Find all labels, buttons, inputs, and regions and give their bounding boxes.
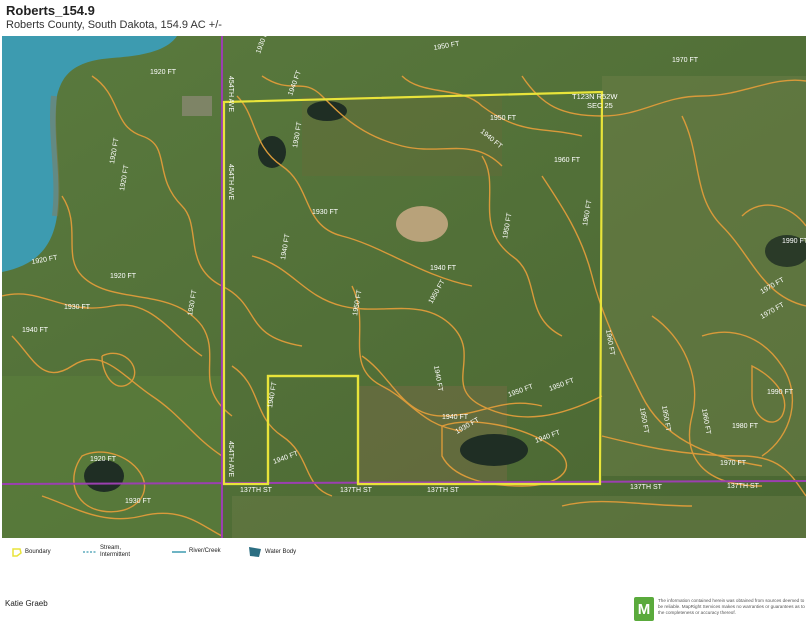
contour-label: 1990 FT	[767, 389, 794, 396]
plss-section: SEC 25	[587, 101, 613, 110]
farmstead	[182, 96, 212, 116]
agent-name: Katie Graeb	[5, 599, 48, 608]
contour-label: 1940 FT	[22, 327, 49, 334]
contour-label: 1930 FT	[125, 498, 152, 505]
road-label: 454TH AVE	[227, 164, 234, 200]
disclaimer-text: The information contained herein was obt…	[658, 598, 805, 615]
bare-patch	[396, 206, 448, 242]
road-label: 137TH ST	[240, 487, 273, 494]
contour-label: 1960 FT	[554, 157, 581, 164]
contour-label: 1950 FT	[490, 115, 517, 122]
legend-water: Water Body	[248, 546, 296, 558]
pond-nw	[258, 136, 286, 168]
contour-label: 1980 FT	[732, 423, 759, 430]
contour-label: 1970 FT	[672, 57, 699, 64]
legend-stream: Stream, Intermittent	[83, 545, 136, 559]
contour-label: 1990 FT	[782, 238, 806, 245]
contour-label: 1940 FT	[442, 414, 469, 421]
field-south-strip	[232, 496, 806, 538]
plss-township: T123N R52W	[572, 92, 618, 101]
contour-label: 1930 FT	[312, 209, 339, 216]
stream-icon	[83, 551, 97, 553]
pond-north	[307, 101, 347, 121]
map-subtitle: Roberts County, South Dakota, 154.9 AC +…	[6, 19, 222, 31]
road-label: 137TH ST	[427, 487, 460, 494]
legend-boundary: Boundary	[12, 548, 51, 557]
contour-label: 1920 FT	[90, 456, 117, 463]
map-legend: Boundary Stream, Intermittent River/Cree…	[0, 545, 808, 569]
aerial-map[interactable]: 454TH AVE 454TH AVE 454TH AVE 137TH ST 1…	[2, 36, 806, 538]
road-label: 137TH ST	[340, 487, 373, 494]
contour-label: 1970 FT	[720, 460, 747, 467]
map-canvas: 454TH AVE 454TH AVE 454TH AVE 137TH ST 1…	[2, 36, 806, 538]
road-label: 137TH ST	[727, 483, 760, 490]
pond-south	[460, 434, 528, 466]
contour-label: 1940 FT	[430, 265, 457, 272]
contour-label: 1920 FT	[150, 69, 177, 76]
boundary-icon	[12, 548, 22, 557]
legend-river: River/Creek	[172, 548, 221, 555]
map-title: Roberts_154.9	[6, 3, 95, 18]
water-body-icon	[249, 547, 261, 557]
mapright-logo: M	[634, 597, 654, 621]
contour-label: 1920 FT	[110, 273, 137, 280]
contour-label: 1930 FT	[64, 304, 91, 311]
road-label: 454TH AVE	[227, 76, 234, 112]
road-label: 137TH ST	[630, 484, 663, 491]
road-label: 454TH AVE	[227, 441, 234, 477]
pond-southwest	[84, 460, 124, 492]
river-icon	[172, 550, 186, 553]
